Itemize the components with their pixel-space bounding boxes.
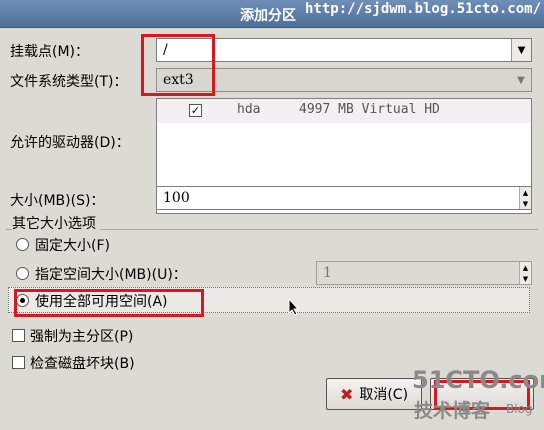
list-item[interactable]: ✓ hda 4997 MB Virtual HD — [157, 99, 531, 123]
upto-size-radio[interactable] — [16, 267, 29, 280]
drives-label: 允许的驱动器(D)： — [10, 135, 130, 151]
spin-arrows-icon[interactable]: ▲ ▼ — [519, 187, 531, 209]
fixed-size-radio[interactable] — [16, 238, 29, 251]
mount-point-label: 挂载点(M)： — [10, 44, 90, 60]
size-spinner[interactable]: 100 ▲ ▼ — [156, 186, 532, 210]
primary-partition-label: 强制为主分区(P) — [30, 329, 134, 345]
url-watermark: http://sjdwm.blog.51cto.com/ — [305, 1, 542, 17]
spin-arrows-icon[interactable]: ▲ ▼ — [519, 262, 531, 284]
size-label: 大小(MB)(S)： — [10, 193, 105, 209]
fixed-size-label: 固定大小(F) — [35, 238, 110, 254]
upto-size-value: 1 — [323, 265, 332, 281]
drive-checkbox[interactable]: ✓ — [189, 104, 202, 117]
upto-size-spinner[interactable]: 1 ▲ ▼ — [316, 261, 532, 285]
size-value: 100 — [163, 190, 190, 206]
chevron-down-icon[interactable]: ▼ — [511, 39, 531, 61]
cancel-button[interactable]: ✖ 取消(C) — [326, 378, 422, 410]
window-title: 添加分区 — [240, 8, 296, 24]
chevron-down-icon[interactable]: ▼ — [511, 69, 531, 91]
bad-blocks-checkbox[interactable] — [12, 356, 25, 369]
site-logo-watermark: 51CTO.com — [412, 366, 544, 394]
mouse-pointer-icon — [288, 298, 300, 316]
site-logo-subtitle: 技术博客 — [414, 400, 491, 422]
add-partition-dialog: 挂载点(M)： / ▼ 文件系统类型(T)： ext3 ▼ 允许的驱动器(D)：… — [0, 28, 544, 430]
bad-blocks-label: 检查磁盘坏块(B) — [30, 356, 135, 372]
title-bar: 添加分区 http://sjdwm.blog.51cto.com/ — [0, 0, 544, 28]
close-icon: ✖ — [339, 384, 354, 404]
drive-size: 4997 MB Virtual HD — [299, 102, 440, 117]
primary-partition-checkbox[interactable] — [12, 329, 25, 342]
fs-type-label: 文件系统类型(T)： — [10, 74, 128, 90]
site-logo-blog: Blog — [506, 402, 533, 416]
upto-size-label: 指定空间大小(MB)(U)： — [35, 267, 187, 283]
annotation-box-mount — [141, 34, 215, 96]
cancel-label: 取消(C) — [359, 387, 409, 403]
other-size-group-label: 其它大小选项 — [12, 213, 100, 233]
drive-name: hda — [237, 102, 261, 117]
annotation-box-fill — [14, 289, 204, 317]
